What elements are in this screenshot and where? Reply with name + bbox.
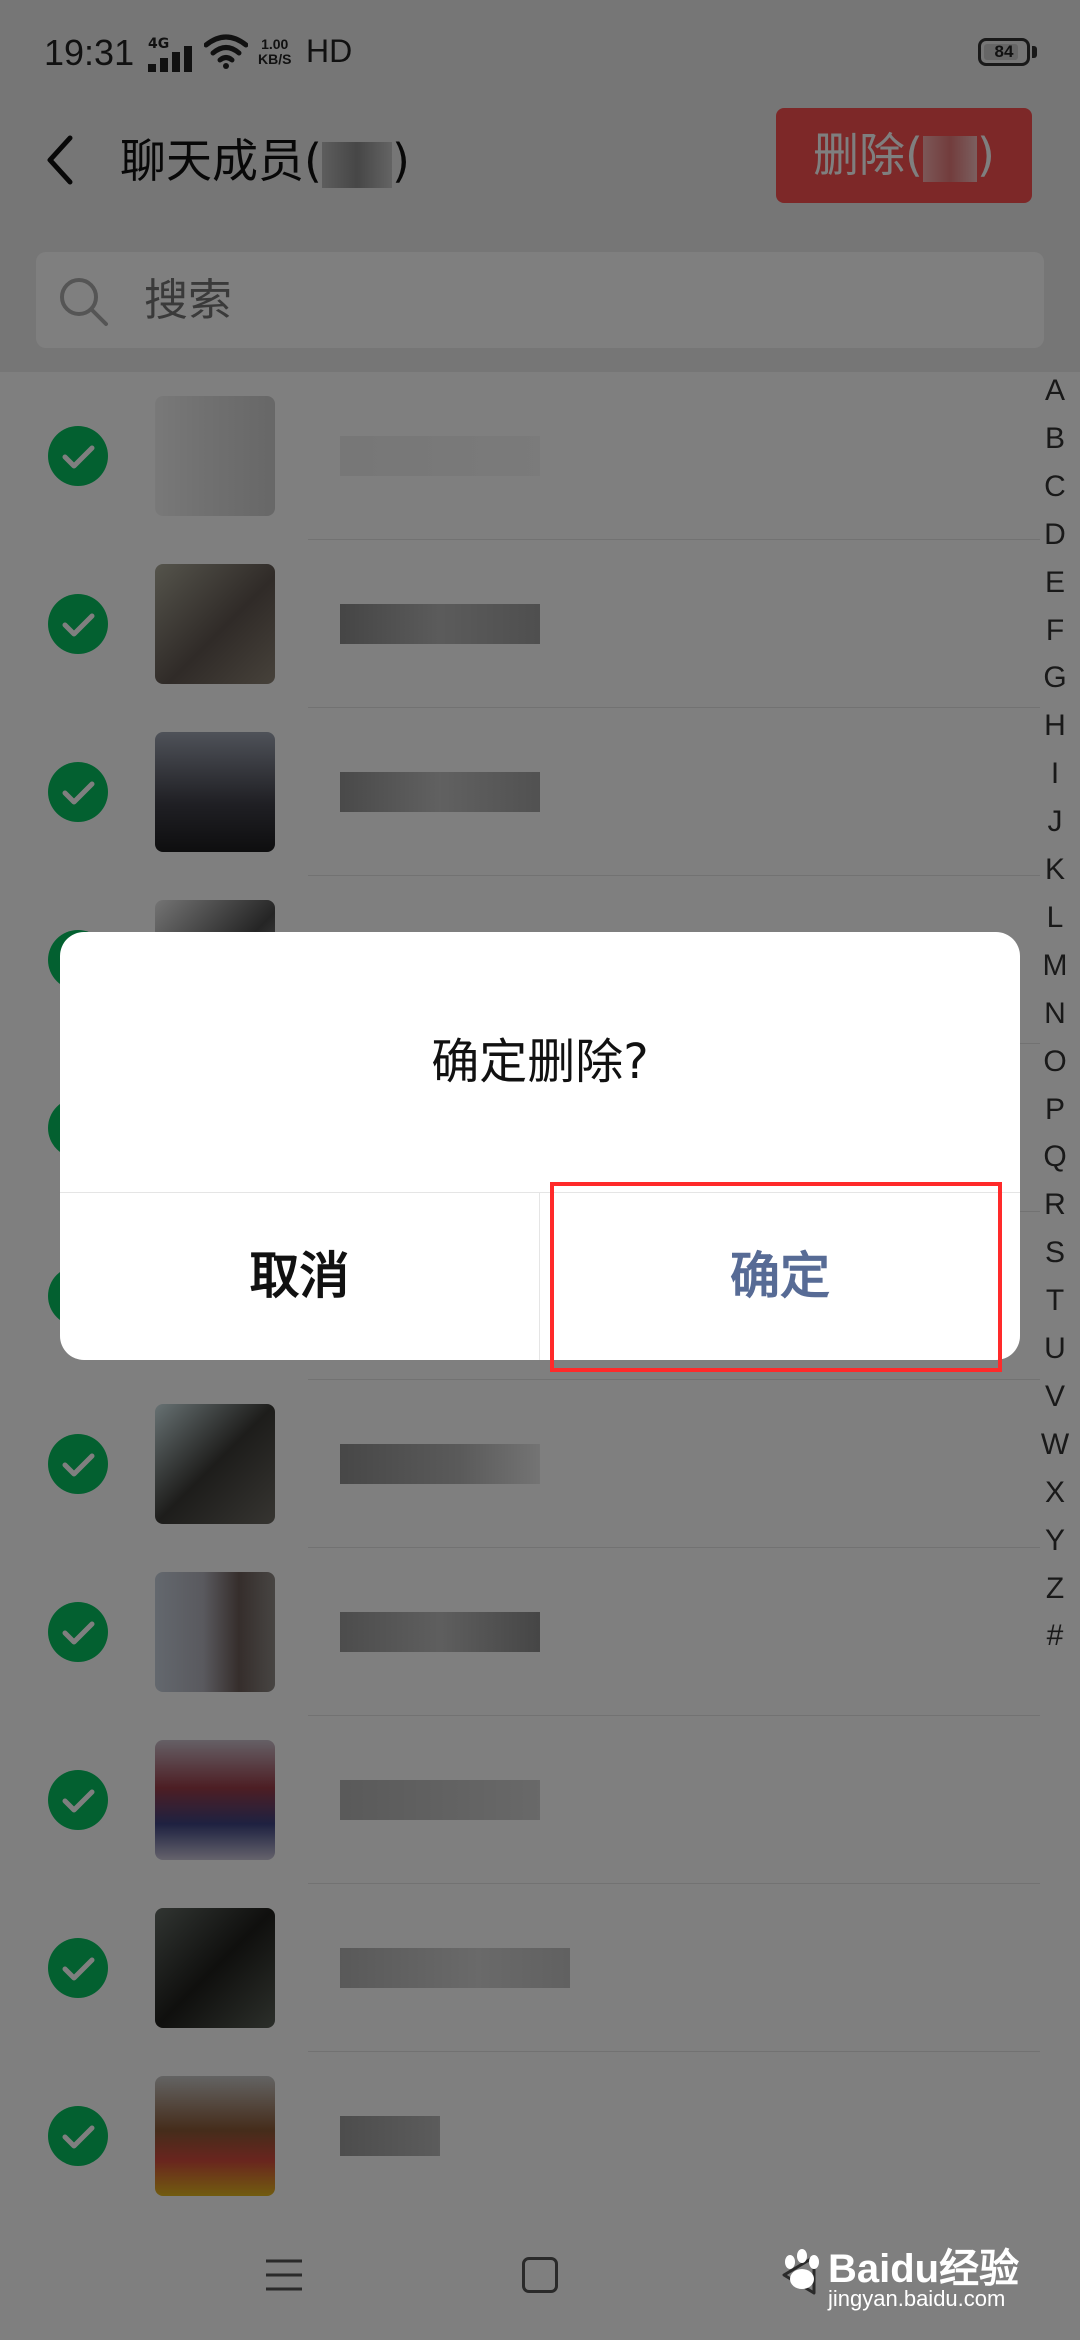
paw-icon bbox=[785, 2249, 819, 2289]
highlight-box bbox=[550, 1182, 1002, 1372]
watermark: Baidu经验 jingyan.baidu.com bbox=[780, 2230, 1070, 2330]
cancel-button[interactable]: 取消 bbox=[60, 1193, 539, 1360]
dialog-message: 确定删除? bbox=[431, 1034, 649, 1090]
watermark-url: jingyan.baidu.com bbox=[828, 2286, 1006, 2311]
